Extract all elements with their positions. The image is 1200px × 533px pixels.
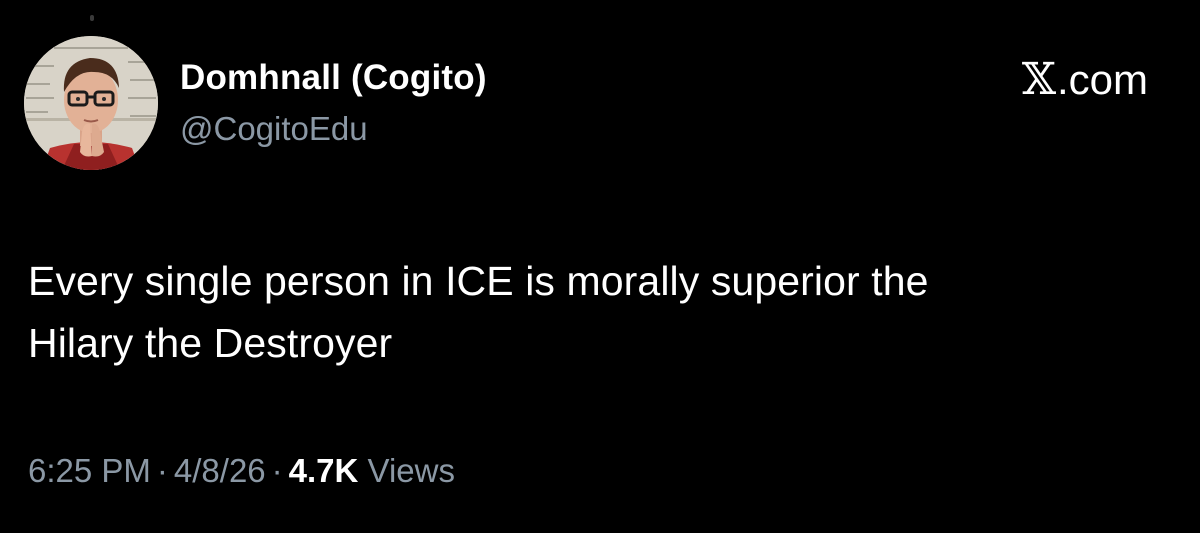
top-dot <box>90 15 94 21</box>
tweet-text-line: Every single person in ICE is morally su… <box>28 258 929 304</box>
views-label: Views <box>367 452 455 489</box>
meta-separator: · <box>156 452 168 489</box>
views-count[interactable]: 4.7K <box>289 452 359 489</box>
display-name[interactable]: Domhnall (Cogito) <box>180 58 487 98</box>
avatar[interactable] <box>24 36 158 170</box>
x-icon: 𝕏 <box>1021 54 1056 105</box>
x-logo: 𝕏 .com <box>1022 56 1148 104</box>
tweet-card: Domhnall (Cogito) @CogitoEdu 𝕏 .com Ever… <box>0 0 1200 533</box>
avatar-photo-icon <box>24 36 158 170</box>
post-date[interactable]: 4/8/26 <box>174 452 266 489</box>
brand-suffix: .com <box>1056 56 1148 103</box>
post-time[interactable]: 6:25 PM <box>28 452 151 489</box>
user-handle[interactable]: @CogitoEdu <box>180 110 368 148</box>
tweet-text-line: Hilary the Destroyer <box>28 320 393 366</box>
tweet-meta: 6:25 PM · 4/8/26 · 4.7K Views <box>28 452 455 490</box>
meta-separator: · <box>271 452 283 489</box>
tweet-text: Every single person in ICE is morally su… <box>28 250 1168 374</box>
